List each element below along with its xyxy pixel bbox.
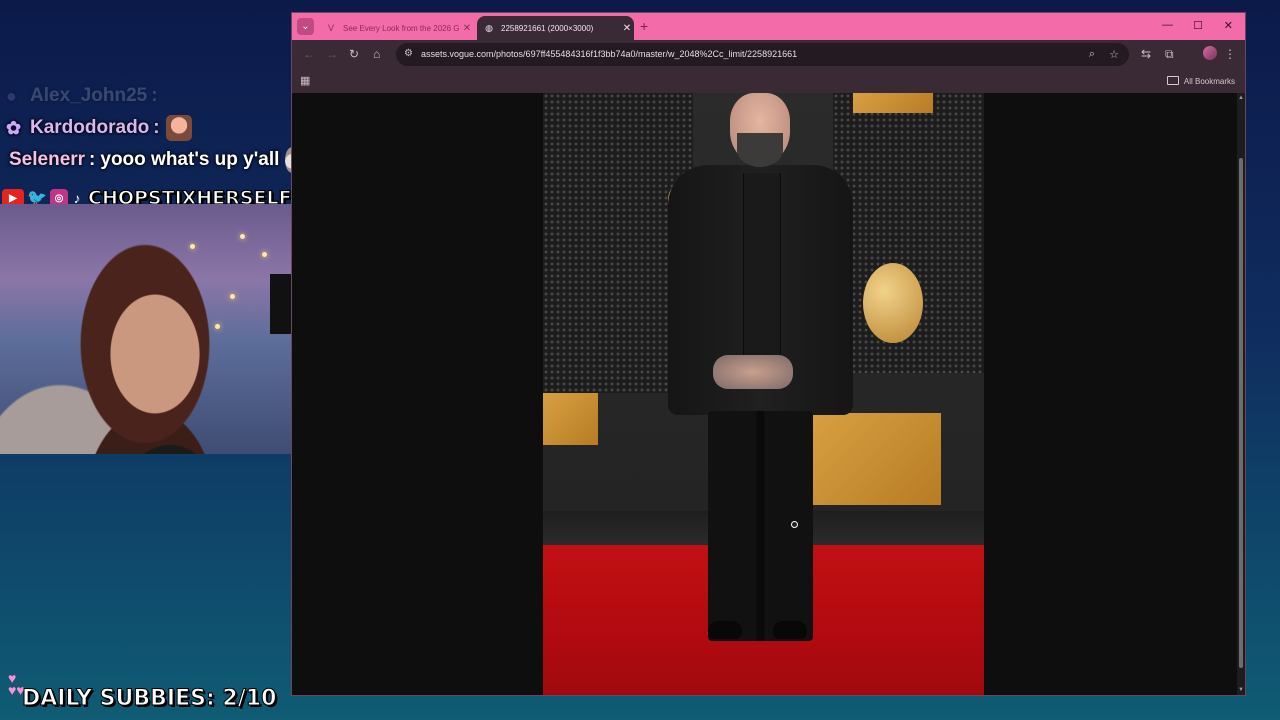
browser-toolbar: ← → ↻ ⌂ ⚙ assets.vogue.com/photos/697ff4… [292, 40, 1245, 69]
gold-panel [543, 393, 598, 445]
tab-search-button[interactable]: ⌄ [297, 18, 314, 35]
reload-icon[interactable]: ↻ [349, 47, 359, 61]
bookmark-star-icon[interactable]: ☆ [1109, 48, 1119, 61]
chat-separator: : [89, 149, 96, 170]
tab-vogue-grammys[interactable]: V See Every Look from the 2026 Grammys ✕ [319, 16, 474, 40]
bookmarks-bar: ▦ All Bookmarks [292, 69, 1245, 93]
streamer [80, 244, 210, 444]
browser-window: ⌄ V See Every Look from the 2026 Grammys… [292, 13, 1245, 695]
home-icon[interactable]: ⌂ [373, 47, 380, 61]
minimize-icon[interactable]: — [1162, 19, 1173, 31]
tab-title: 2258921661 (2000×3000) [501, 23, 594, 33]
badge-icon: ● [6, 86, 17, 106]
page-viewport [292, 93, 1237, 695]
grammy-statue [863, 263, 923, 343]
black-shirt [743, 173, 781, 363]
mouse-cursor [791, 521, 798, 528]
chat-username: Alex_John25 [30, 85, 148, 106]
red-carpet-photo[interactable] [543, 93, 984, 695]
left-shoe [708, 621, 742, 639]
close-tab-icon[interactable]: ✕ [620, 23, 634, 34]
all-bookmarks-label: All Bookmarks [1183, 77, 1235, 86]
new-tab-button[interactable]: + [640, 18, 648, 34]
site-info-icon[interactable]: ⚙ [404, 48, 416, 60]
folder-icon [1166, 76, 1179, 85]
scroll-thumb[interactable] [1239, 158, 1243, 668]
close-tab-icon[interactable]: ✕ [460, 23, 474, 34]
extensions-icon[interactable]: ⧉ [1165, 47, 1174, 62]
zoom-icon[interactable]: ⌕ [1089, 48, 1095, 61]
gold-panel [853, 93, 933, 113]
forward-icon[interactable]: → [326, 47, 338, 61]
chat-text: yooo what's up y'all [100, 149, 280, 170]
chat-separator: : [153, 117, 160, 138]
chat-overlay: ● Alex_John25 : ✿ Kardodorado : Selenerr… [0, 80, 300, 176]
vogue-favicon-icon: V [327, 23, 334, 33]
chat-username: Kardodorado [30, 117, 150, 138]
sync-icon[interactable]: ⇆ [1141, 47, 1151, 61]
scrollbar[interactable]: ▲ ▼ [1237, 93, 1245, 695]
scroll-down-icon[interactable]: ▼ [1238, 687, 1244, 693]
menu-kebab-icon[interactable]: ⋮ [1224, 47, 1236, 61]
tab-image[interactable]: ◍ 2258921661 (2000×3000) ✕ [477, 16, 634, 40]
tab-strip: ⌄ V See Every Look from the 2026 Grammys… [292, 13, 1245, 40]
close-window-icon[interactable]: ✕ [1224, 19, 1233, 32]
daily-subbies-counter: DAILY SUBBIES: 2/10 [21, 686, 277, 712]
face-emote-icon [165, 115, 192, 141]
back-icon[interactable]: ← [303, 47, 315, 61]
tattooed-hands [713, 355, 793, 389]
flower-badge-icon: ✿ [6, 118, 22, 138]
beard [737, 133, 783, 167]
globe-icon: ◍ [485, 22, 493, 33]
chat-message: Selenerr : yooo what's up y'all [0, 144, 300, 176]
chat-username: Selenerr [9, 149, 86, 170]
maximize-icon[interactable]: ☐ [1193, 19, 1203, 32]
all-bookmarks-button[interactable]: All Bookmarks [1166, 76, 1235, 86]
right-shoe [773, 621, 807, 639]
chat-message: ● Alex_John25 : [0, 80, 300, 112]
chat-separator: : [151, 85, 158, 106]
url-text[interactable]: assets.vogue.com/photos/697ff455484316f1… [421, 49, 797, 59]
gold-panel [811, 413, 941, 505]
chat-message: ✿ Kardodorado : [0, 112, 300, 144]
profile-avatar[interactable] [1203, 46, 1217, 60]
address-bar[interactable]: ⚙ assets.vogue.com/photos/697ff455484316… [396, 43, 1129, 66]
apps-grid-icon[interactable]: ▦ [300, 74, 310, 87]
scroll-up-icon[interactable]: ▲ [1238, 95, 1244, 101]
tab-title: See Every Look from the 2026 Grammys [343, 23, 460, 33]
